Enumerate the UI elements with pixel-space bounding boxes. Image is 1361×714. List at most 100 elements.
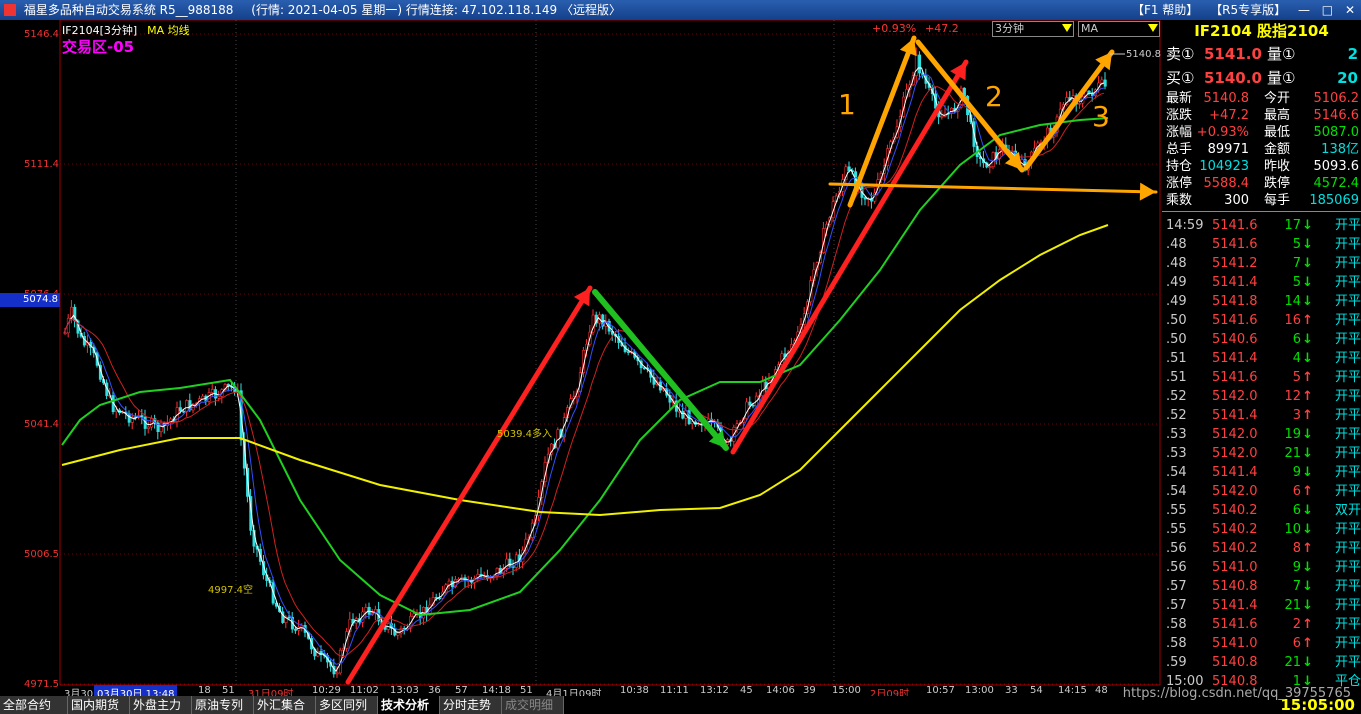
stat-value: 5106.2: [1313, 91, 1360, 106]
tick-type: 开平: [1334, 389, 1361, 404]
tick-price: 5141.8: [1212, 294, 1258, 309]
tick-price: 5142.0: [1212, 389, 1258, 404]
tick-time: .57: [1166, 598, 1187, 613]
chevron-down-icon[interactable]: [1062, 24, 1072, 32]
tick-row[interactable]: .58 5141.0 6 开平 ↑: [1162, 635, 1361, 652]
tick-row[interactable]: .50 5141.6 16 开平 ↑: [1162, 312, 1361, 329]
candle-body: [185, 400, 189, 413]
tick-row[interactable]: .49 5141.4 5 开平 ↓: [1162, 274, 1361, 291]
stat-label: 最低: [1264, 125, 1291, 140]
period-dropdown[interactable]: 3分钟: [992, 21, 1074, 37]
stat-value: 5093.6: [1313, 159, 1360, 174]
tick-row[interactable]: .52 5141.4 3 开平 ↑: [1162, 407, 1361, 424]
kline-canvas[interactable]: [0, 20, 1161, 686]
tick-row[interactable]: .51 5141.6 5 开平 ↑: [1162, 369, 1361, 386]
quote-stat-row: 涨跌 +47.2 最高 5146.6: [1162, 107, 1361, 124]
kline-chart[interactable]: IF2104[3分钟] MA 均线 交易区-05 +0.93% +47.2 3分钟…: [0, 20, 1161, 700]
quote-title: IF2104 股指2104: [1194, 22, 1329, 40]
tick-row[interactable]: .54 5141.4 9 开平 ↓: [1162, 464, 1361, 481]
stat-value: 300: [1224, 193, 1249, 208]
stat-value: 5140.8: [1203, 91, 1250, 106]
stat-value: 89971: [1207, 142, 1249, 157]
tick-row[interactable]: .50 5140.6 6 开平 ↓: [1162, 331, 1361, 348]
indicator-dropdown[interactable]: MA: [1078, 21, 1160, 37]
trend-arrow-down: [592, 289, 729, 451]
tick-type: 开平: [1334, 465, 1361, 480]
tick-time: .48: [1166, 237, 1187, 252]
tick-time: .52: [1166, 389, 1187, 404]
tab-7[interactable]: 分时走势: [440, 696, 502, 714]
tick-type: 开平: [1334, 237, 1361, 252]
stat-value: 138亿: [1321, 142, 1359, 157]
stat-label: 每手: [1264, 193, 1291, 208]
tick-volume: 6: [1292, 503, 1301, 518]
time-tick: 54: [1030, 685, 1043, 696]
candle-body: [991, 152, 995, 168]
tick-time: .51: [1166, 351, 1187, 366]
tick-row[interactable]: .49 5141.8 14 开平 ↓: [1162, 293, 1361, 310]
tick-type: 开平: [1334, 370, 1361, 385]
tick-time: .53: [1166, 427, 1187, 442]
tick-type: 开平: [1334, 351, 1361, 366]
tick-row[interactable]: .58 5141.6 2 开平 ↑: [1162, 616, 1361, 633]
tick-row[interactable]: .55 5140.2 10 开平 ↓: [1162, 521, 1361, 538]
tick-type: 开平: [1334, 275, 1361, 290]
candle-body: [514, 554, 518, 568]
time-tick: 14:06: [766, 685, 795, 696]
tick-row[interactable]: .57 5141.4 21 开平 ↓: [1162, 597, 1361, 614]
tick-time: .51: [1166, 370, 1187, 385]
indicator-value: MA: [1081, 22, 1099, 35]
tab-8[interactable]: 成交明细: [502, 696, 564, 714]
arrow-down-icon: ↓: [1302, 275, 1313, 290]
tick-row[interactable]: 14:59 5141.6 17 开平 ↓: [1162, 217, 1361, 234]
chevron-down-icon[interactable]: [1148, 24, 1158, 32]
tick-row[interactable]: .52 5142.0 12 开平 ↑: [1162, 388, 1361, 405]
time-tick: 39: [803, 685, 816, 696]
tick-price: 5141.0: [1212, 636, 1258, 651]
time-tick: 14:18: [482, 685, 511, 696]
stat-label: 涨停: [1166, 176, 1193, 191]
tab-6[interactable]: 技术分析: [378, 696, 440, 714]
arrow-up-icon: ↑: [1302, 541, 1313, 556]
tab-0[interactable]: 全部合约: [0, 696, 68, 714]
tick-row[interactable]: .56 5141.0 9 开平 ↓: [1162, 559, 1361, 576]
tick-row[interactable]: .55 5140.2 6 双开 ↓: [1162, 502, 1361, 519]
stat-label: 总手: [1166, 142, 1193, 157]
tick-volume: 4: [1292, 351, 1301, 366]
tick-row[interactable]: .48 5141.2 7 开平 ↓: [1162, 255, 1361, 272]
candle-body: [626, 351, 630, 353]
tick-row[interactable]: .48 5141.6 5 开平 ↓: [1162, 236, 1361, 253]
edition-button[interactable]: 【R5专享版】: [1210, 3, 1286, 17]
bid-row[interactable]: 买① 5140.0 量① 20: [1162, 68, 1361, 88]
tick-price: 5141.4: [1212, 598, 1258, 613]
close-icon[interactable]: ✕: [1345, 3, 1355, 17]
ask-row[interactable]: 卖① 5141.0 量① 2: [1162, 44, 1361, 64]
stat-value: 5087.0: [1313, 125, 1360, 140]
tab-4[interactable]: 外汇集合: [254, 696, 316, 714]
quote-stat-row: 涨幅 +0.93% 最低 5087.0: [1162, 124, 1361, 141]
tab-5[interactable]: 多区同列: [316, 696, 378, 714]
wave-arrow-2: [915, 39, 1025, 173]
tick-row[interactable]: .54 5142.0 6 开平 ↑: [1162, 483, 1361, 500]
help-button[interactable]: 【F1 帮助】: [1132, 3, 1198, 17]
minimize-icon[interactable]: —: [1298, 3, 1310, 17]
tab-2[interactable]: 外盘主力: [130, 696, 192, 714]
tick-row[interactable]: .57 5140.8 7 开平 ↓: [1162, 578, 1361, 595]
tick-row[interactable]: .59 5140.8 21 开平 ↓: [1162, 654, 1361, 671]
wave-label-3: 3: [1092, 100, 1110, 133]
tick-row[interactable]: .56 5140.2 8 开平 ↑: [1162, 540, 1361, 557]
time-tick: 18: [198, 685, 211, 696]
tick-time: .59: [1166, 655, 1187, 670]
tab-1[interactable]: 国内期货: [68, 696, 130, 714]
tab-3[interactable]: 原油专列: [192, 696, 254, 714]
tick-row[interactable]: .53 5142.0 19 开平 ↓: [1162, 426, 1361, 443]
wave-label-2: 2: [985, 80, 1003, 113]
arrow-up-icon: ↑: [1302, 313, 1313, 328]
tick-row[interactable]: .53 5142.0 21 开平 ↓: [1162, 445, 1361, 462]
arrow-up-icon: ↑: [1302, 389, 1313, 404]
tick-row[interactable]: .51 5141.4 4 开平 ↓: [1162, 350, 1361, 367]
stat-label: 金额: [1264, 142, 1291, 157]
tick-volume: 6: [1292, 636, 1301, 651]
maximize-icon[interactable]: □: [1322, 3, 1333, 17]
tick-volume: 17: [1284, 218, 1301, 233]
